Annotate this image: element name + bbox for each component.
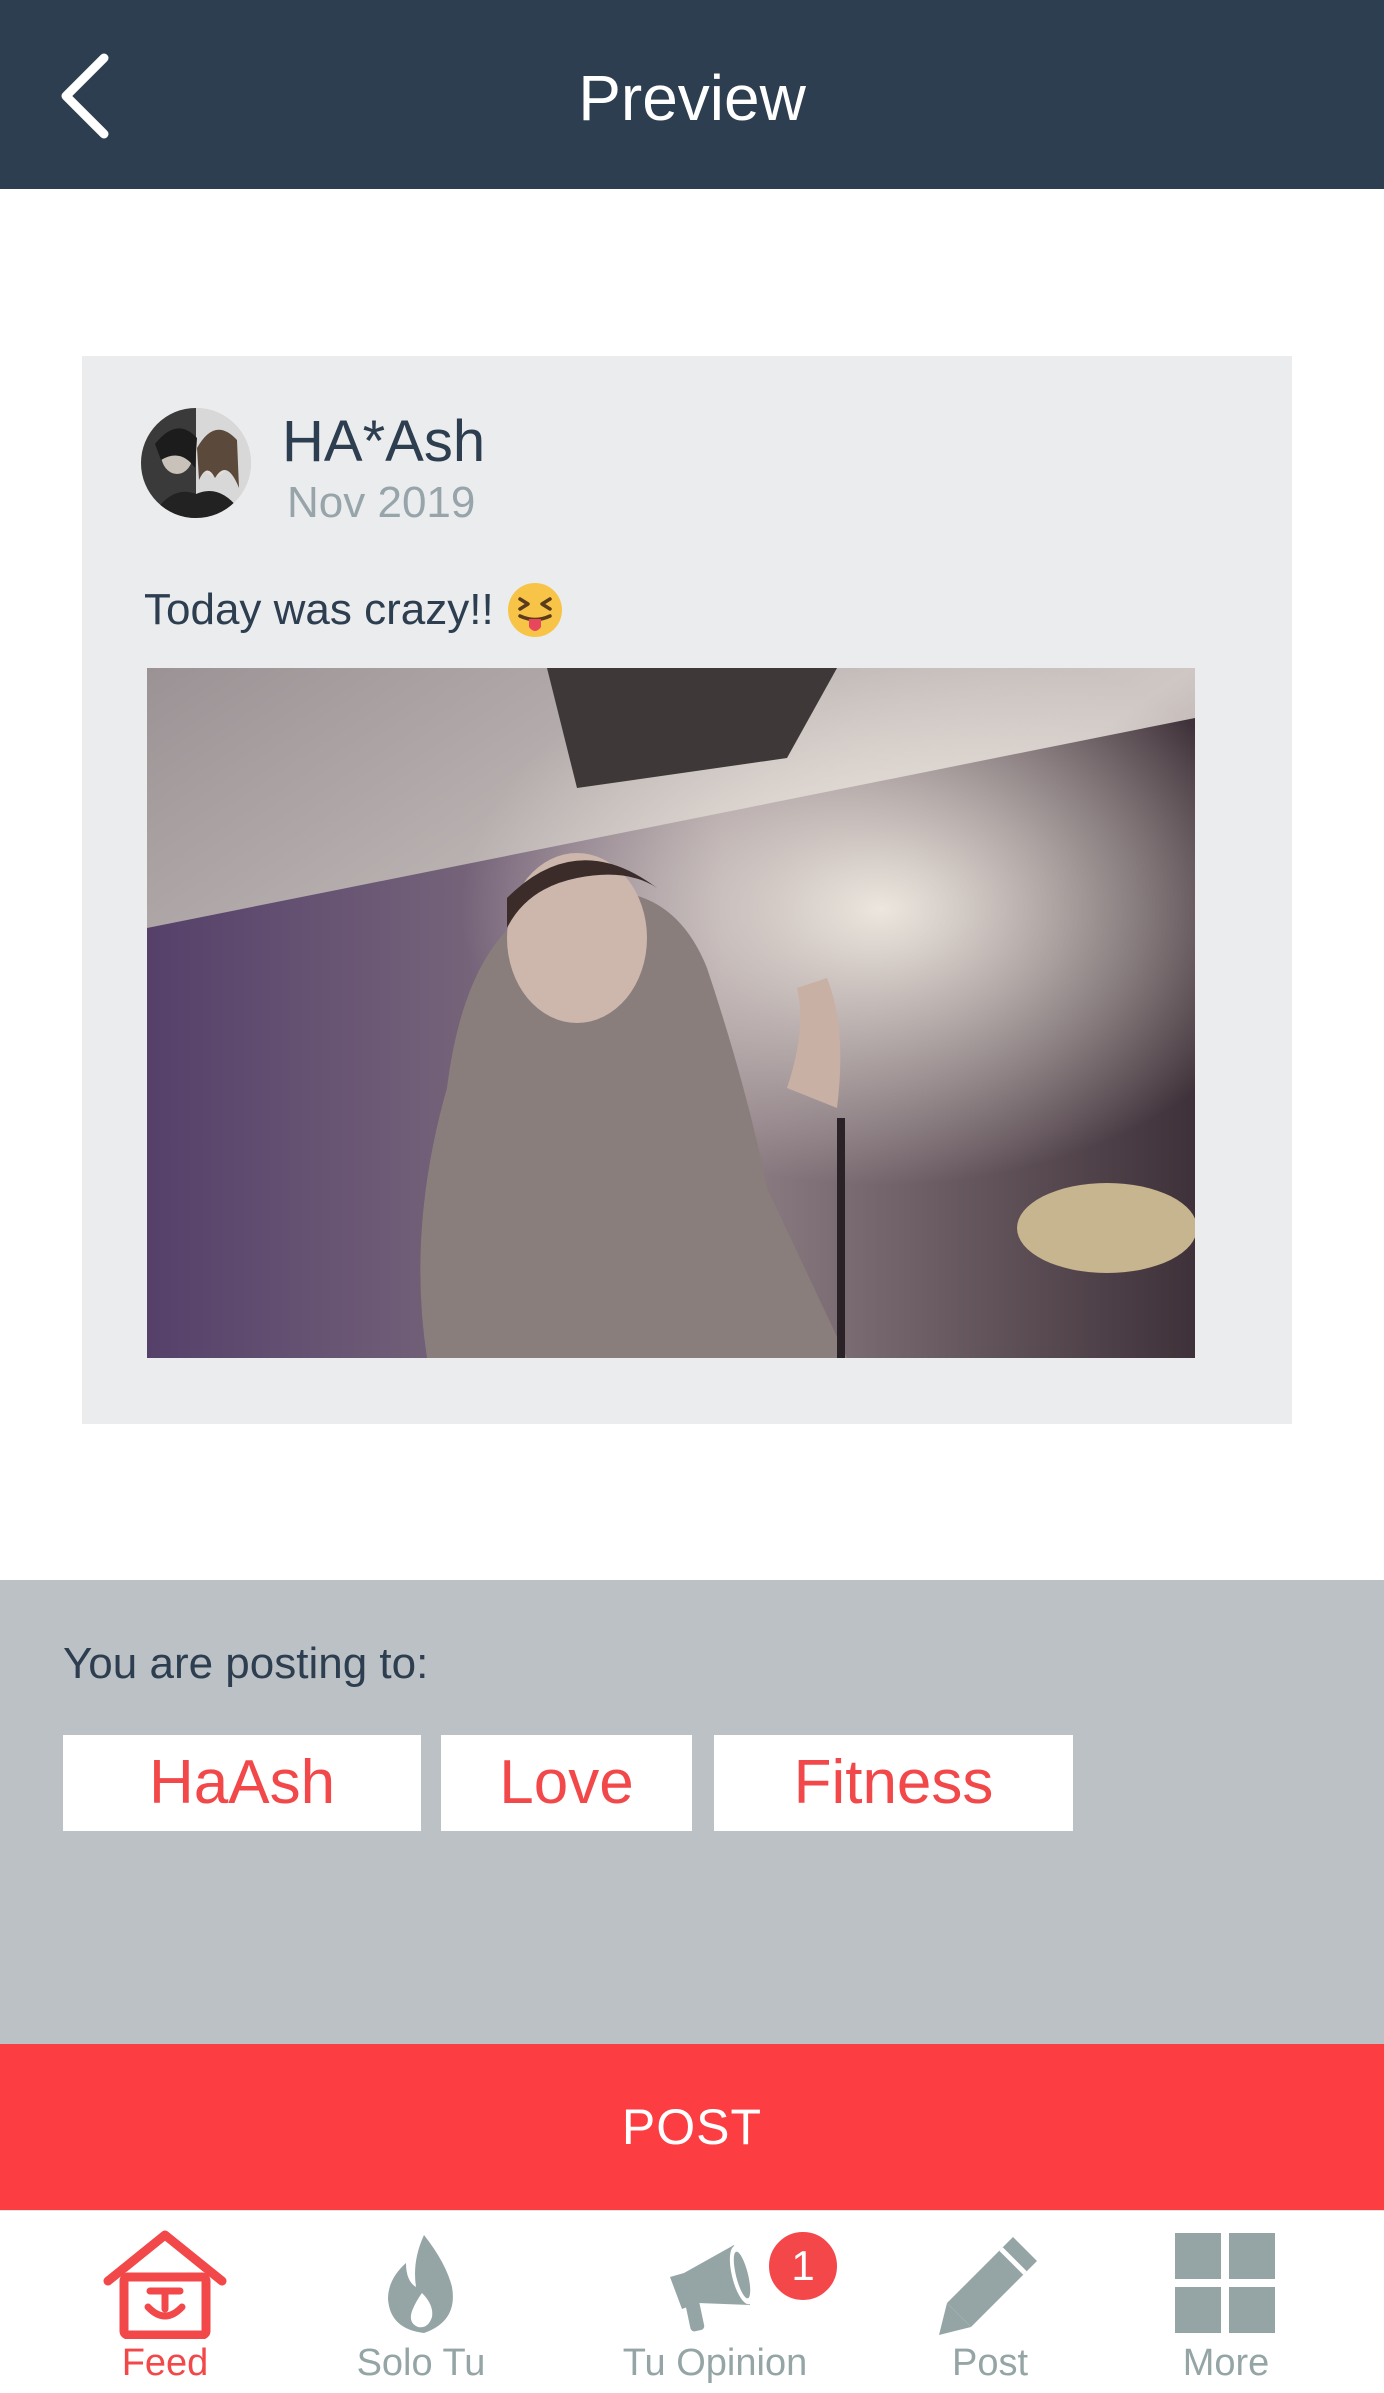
notification-badge: 1 — [766, 2229, 840, 2303]
tongue-emoji-icon — [506, 581, 564, 639]
header-bar: Preview — [0, 0, 1384, 189]
tab-label: Feed — [121, 2342, 209, 2384]
post-author: HA*Ash — [282, 409, 486, 474]
grid-icon — [1175, 2233, 1275, 2333]
megaphone-icon — [670, 2245, 755, 2332]
post-date: Nov 2019 — [287, 478, 476, 527]
page-title: Preview — [578, 62, 806, 134]
post-photo — [147, 668, 1195, 1358]
post-text: Today was crazy!! — [144, 585, 494, 634]
pencil-icon — [939, 2237, 1037, 2335]
tab-feed[interactable]: Feed — [65, 2211, 265, 2393]
bottom-tab-bar: Feed Solo Tu Tu Opinion Post More 1 — [0, 2210, 1384, 2393]
home-icon — [103, 2230, 227, 2339]
tab-label: Post — [951, 2342, 1029, 2384]
post-preview-card: HA*Ash Nov 2019 Today was crazy!! — [82, 356, 1292, 1424]
avatar — [141, 408, 251, 518]
tab-solo-tu[interactable]: Solo Tu — [321, 2211, 521, 2393]
tab-more[interactable]: More — [1126, 2211, 1326, 2393]
posting-to-label: You are posting to: — [63, 1639, 429, 1688]
post-caption: Today was crazy!! — [144, 578, 564, 642]
tab-post[interactable]: Post — [890, 2211, 1090, 2393]
post-button[interactable]: POST — [0, 2044, 1384, 2210]
channel-chip[interactable]: Fitness — [714, 1735, 1073, 1831]
flame-icon — [388, 2235, 453, 2333]
channel-chip[interactable]: Love — [441, 1735, 692, 1831]
tab-label: More — [1182, 2342, 1270, 2384]
channel-chip[interactable]: HaAsh — [63, 1735, 421, 1831]
tab-label: Solo Tu — [356, 2342, 486, 2384]
posting-to-section: You are posting to: HaAsh Love Fitness — [0, 1580, 1384, 2044]
tab-label: Tu Opinion — [622, 2342, 808, 2384]
